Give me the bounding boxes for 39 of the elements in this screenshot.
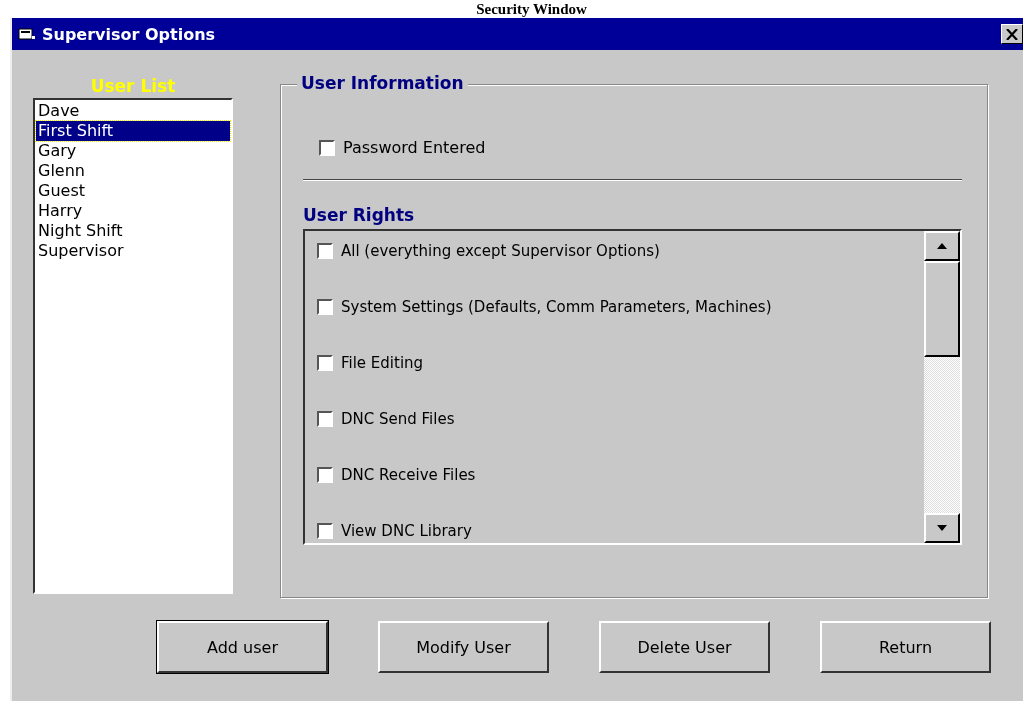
checkbox[interactable] xyxy=(317,467,333,483)
checkbox[interactable] xyxy=(317,299,333,315)
checkbox[interactable] xyxy=(317,355,333,371)
scrollbar[interactable] xyxy=(924,231,960,543)
dialog-button[interactable]: Delete User xyxy=(599,621,770,673)
scroll-thumb[interactable] xyxy=(924,261,960,357)
checkbox-label: DNC Receive Files xyxy=(341,466,476,484)
checkbox[interactable] xyxy=(319,139,335,156)
window-icon xyxy=(18,27,36,41)
checkbox[interactable] xyxy=(317,243,333,259)
user-list-item[interactable]: Night Shift xyxy=(36,221,230,241)
checkbox-label: View DNC Library xyxy=(341,522,472,540)
dialog-button[interactable]: Add user xyxy=(157,621,328,673)
checkbox-label: Password Entered xyxy=(343,138,486,157)
checkbox-label: File Editing xyxy=(341,354,424,372)
user-list-item[interactable]: Supervisor xyxy=(36,241,230,261)
page-caption: Security Window xyxy=(475,0,588,18)
checkbox-label: All (everything except Supervisor Options) xyxy=(341,242,660,260)
checkbox[interactable] xyxy=(317,411,333,427)
user-list-item[interactable]: Dave xyxy=(36,101,230,121)
section-title: User Rights xyxy=(303,205,416,225)
up-triangle-icon xyxy=(937,243,947,249)
user-list-item[interactable]: Harry xyxy=(36,201,230,221)
checkbox[interactable] xyxy=(317,523,333,539)
checkbox-label: System Settings (Defaults, Comm Parameters, Machines) xyxy=(341,298,772,316)
user-list-item[interactable]: First Shift xyxy=(36,121,230,141)
down-triangle-icon xyxy=(937,525,947,531)
close-button[interactable] xyxy=(1001,24,1023,44)
user-list-item[interactable]: Gary xyxy=(36,141,230,161)
user-list-label: User List xyxy=(90,76,176,98)
window-title: Supervisor Options xyxy=(42,24,217,44)
dialog-button[interactable]: Modify User xyxy=(378,621,549,673)
dialog-button[interactable]: Return xyxy=(820,621,991,673)
scroll-down-button[interactable] xyxy=(924,513,960,543)
user-list-item[interactable]: Glenn xyxy=(36,161,230,181)
close-icon xyxy=(1006,28,1018,40)
checkbox-label: DNC Send Files xyxy=(341,410,455,428)
user-list-item[interactable]: Guest xyxy=(36,181,230,201)
scroll-up-button[interactable] xyxy=(924,231,960,261)
